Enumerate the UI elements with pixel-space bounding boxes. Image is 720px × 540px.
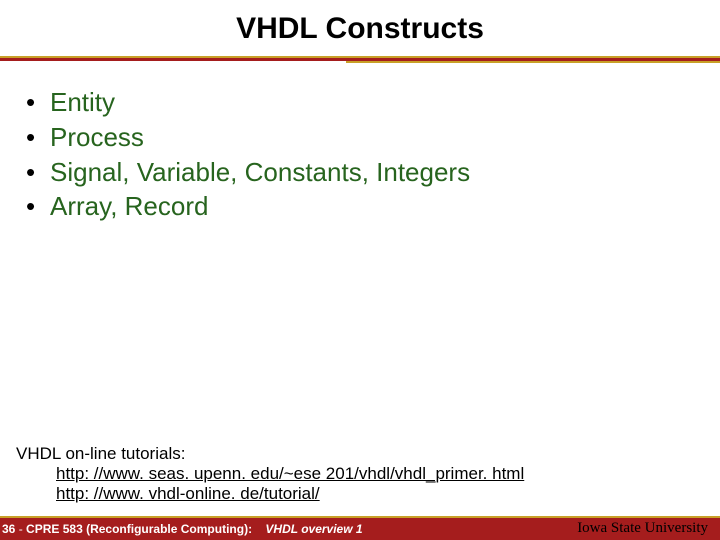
slide-title: VHDL Constructs bbox=[0, 0, 720, 56]
list-item: Signal, Variable, Constants, Integers bbox=[22, 155, 720, 190]
bullet-list: Entity Process Signal, Variable, Constan… bbox=[22, 85, 720, 224]
slide-subtitle: VHDL overview 1 bbox=[265, 522, 362, 536]
course-name: CPRE 583 (Reconfigurable Computing): bbox=[26, 522, 252, 536]
list-item: Array, Record bbox=[22, 189, 720, 224]
tutorials-heading: VHDL on-line tutorials: bbox=[16, 444, 704, 464]
institution-name: Iowa State University bbox=[577, 520, 718, 537]
footer-bar: 36 - CPRE 583 (Reconfigurable Computing)… bbox=[0, 518, 720, 540]
tutorial-link[interactable]: http: //www. vhdl-online. de/tutorial/ bbox=[56, 484, 320, 503]
tutorial-link[interactable]: http: //www. seas. upenn. edu/~ese 201/v… bbox=[56, 464, 524, 483]
title-rule bbox=[0, 56, 720, 63]
footer-left: 36 - CPRE 583 (Reconfigurable Computing)… bbox=[2, 522, 363, 536]
page-number: 36 bbox=[2, 522, 15, 536]
slide-body: Entity Process Signal, Variable, Constan… bbox=[0, 63, 720, 224]
list-item: Process bbox=[22, 120, 720, 155]
tutorials-block: VHDL on-line tutorials: http: //www. sea… bbox=[16, 444, 704, 504]
list-item: Entity bbox=[22, 85, 720, 120]
